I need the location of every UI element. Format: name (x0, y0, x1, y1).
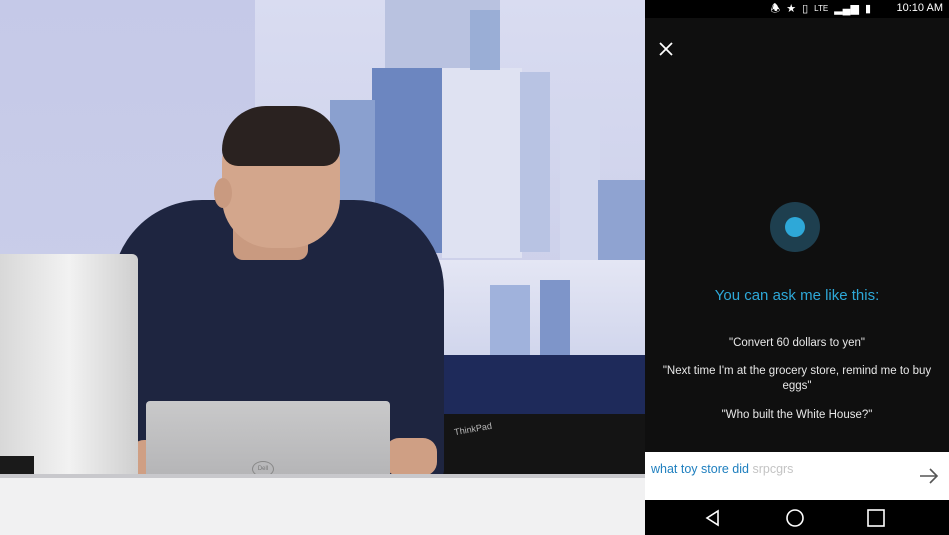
star-icon: ★ (786, 3, 797, 15)
battery-icon: ▮ (864, 3, 871, 15)
typed-text: what toy store did (651, 462, 749, 476)
presenter-hair (222, 106, 340, 166)
desk (0, 478, 645, 535)
cortana-panel: You can ask me like this: "Convert 60 do… (645, 18, 949, 452)
input-text[interactable]: what toy store did srpcgrs (651, 462, 793, 476)
close-icon-glyph (659, 42, 673, 56)
cortana-icon[interactable] (770, 202, 820, 252)
example-suggestion[interactable]: "Who built the White House?" (657, 408, 937, 423)
cortana-input[interactable]: what toy store did srpcgrs (645, 452, 949, 500)
back-icon[interactable] (703, 508, 723, 528)
signal-icon: ▂▄▆ (834, 3, 859, 15)
status-icons: 🕭 ★ ▯ LTE ▂▄▆ ▮ (770, 2, 871, 16)
bluetooth-icon: 🕭 (770, 3, 781, 15)
recents-icon[interactable] (866, 508, 886, 528)
presenter-ear (214, 178, 232, 208)
close-icon[interactable] (655, 40, 677, 62)
navigation-bar (645, 500, 949, 535)
cortana-dot (785, 217, 805, 237)
backdrop-building (490, 285, 530, 355)
backdrop-building (442, 68, 522, 258)
stage-photo: ThinkPad Dell (0, 0, 645, 535)
phone-screen: 🕭 ★ ▯ LTE ▂▄▆ ▮ 10:10 AM You can ask me … (645, 0, 949, 535)
status-time: 10:10 AM (896, 2, 943, 14)
lte-icon: LTE (814, 4, 829, 13)
monitor (0, 254, 138, 482)
suggestion-text: srpcgrs (752, 462, 794, 476)
backdrop-building (598, 180, 645, 260)
ask-title: You can ask me like this: (714, 287, 880, 304)
example-suggestion[interactable]: "Convert 60 dollars to yen" (657, 336, 937, 351)
status-bar: 🕭 ★ ▯ LTE ▂▄▆ ▮ 10:10 AM (645, 0, 949, 18)
home-icon[interactable] (785, 508, 805, 528)
presenter-hand (385, 438, 437, 476)
backdrop-building (560, 100, 600, 260)
backdrop-building (540, 280, 570, 355)
backdrop-building (520, 72, 550, 252)
vibrate-icon: ▯ (802, 3, 809, 15)
arrow-right-icon[interactable] (917, 464, 941, 488)
backdrop-building (470, 10, 500, 70)
example-suggestion[interactable]: "Next time I'm at the grocery store, rem… (657, 364, 937, 394)
